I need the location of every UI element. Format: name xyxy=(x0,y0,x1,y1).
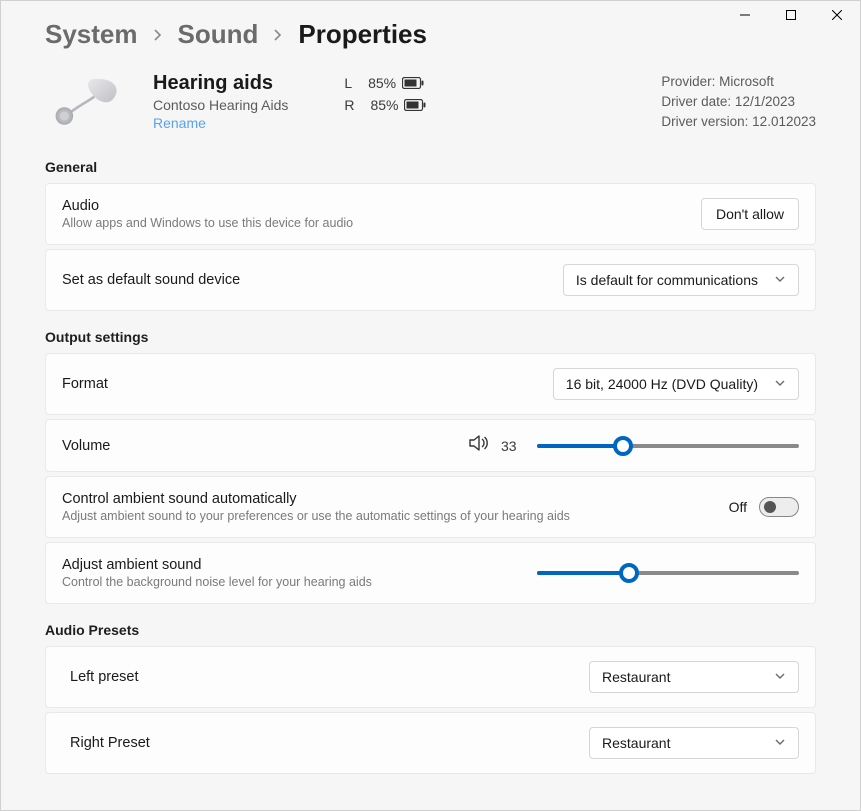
driver-version: Driver version: 12.012023 xyxy=(661,112,816,132)
chevron-down-icon xyxy=(774,735,786,751)
volume-title: Volume xyxy=(62,438,469,454)
breadcrumb: System Sound Properties xyxy=(45,19,816,50)
ambient-auto-desc: Adjust ambient sound to your preferences… xyxy=(62,509,729,523)
window-titlebar xyxy=(722,1,860,29)
volume-slider[interactable] xyxy=(537,436,799,456)
audio-title: Audio xyxy=(62,198,701,214)
right-preset-value: Restaurant xyxy=(602,735,670,751)
battery-left-pct: 85% xyxy=(368,72,396,94)
right-preset-select[interactable]: Restaurant xyxy=(589,727,799,759)
device-subtitle: Contoso Hearing Aids xyxy=(153,97,288,113)
dont-allow-button[interactable]: Don't allow xyxy=(701,198,799,230)
format-title: Format xyxy=(62,376,553,392)
battery-right: R 85% xyxy=(344,94,426,116)
battery-icon xyxy=(402,77,424,89)
battery-right-pct: 85% xyxy=(370,94,398,116)
maximize-button[interactable] xyxy=(768,1,814,29)
format-select[interactable]: 16 bit, 24000 Hz (DVD Quality) xyxy=(553,368,799,400)
volume-value: 33 xyxy=(501,438,525,454)
battery-right-label: R xyxy=(344,94,354,116)
driver-date: Driver date: 12/1/2023 xyxy=(661,92,816,112)
toggle-state-label: Off xyxy=(729,499,747,515)
breadcrumb-current: Properties xyxy=(298,19,427,50)
section-general-header: General xyxy=(45,159,816,175)
chevron-down-icon xyxy=(774,272,786,288)
chevron-down-icon xyxy=(774,669,786,685)
hearing-aid-icon xyxy=(45,72,133,124)
default-device-title: Set as default sound device xyxy=(62,272,563,288)
chevron-down-icon xyxy=(774,376,786,392)
driver-provider: Provider: Microsoft xyxy=(661,72,816,92)
breadcrumb-system[interactable]: System xyxy=(45,19,138,50)
audio-desc: Allow apps and Windows to use this devic… xyxy=(62,216,701,230)
rename-link[interactable]: Rename xyxy=(153,115,206,131)
ambient-auto-row: Control ambient sound automatically Adju… xyxy=(45,476,816,538)
right-preset-title: Right Preset xyxy=(70,735,589,751)
battery-left-label: L xyxy=(344,72,352,94)
device-header: Hearing aids Contoso Hearing Aids Rename… xyxy=(45,72,816,133)
chevron-right-icon xyxy=(272,29,284,41)
left-preset-select[interactable]: Restaurant xyxy=(589,661,799,693)
speaker-icon[interactable] xyxy=(469,434,489,457)
battery-left: L 85% xyxy=(344,72,426,94)
section-output-header: Output settings xyxy=(45,329,816,345)
device-title: Hearing aids xyxy=(153,72,288,95)
battery-icon xyxy=(404,99,426,111)
ambient-auto-toggle[interactable] xyxy=(759,497,799,517)
driver-info: Provider: Microsoft Driver date: 12/1/20… xyxy=(661,72,816,132)
ambient-auto-title: Control ambient sound automatically xyxy=(62,491,729,507)
default-device-select[interactable]: Is default for communications xyxy=(563,264,799,296)
volume-row: Volume 33 xyxy=(45,419,816,472)
format-value: 16 bit, 24000 Hz (DVD Quality) xyxy=(566,376,758,392)
chevron-right-icon xyxy=(152,29,164,41)
left-preset-row: Left preset Restaurant xyxy=(45,646,816,708)
left-preset-value: Restaurant xyxy=(602,669,670,685)
ambient-slider[interactable] xyxy=(537,563,799,583)
section-presets-header: Audio Presets xyxy=(45,622,816,638)
format-row: Format 16 bit, 24000 Hz (DVD Quality) xyxy=(45,353,816,415)
left-preset-title: Left preset xyxy=(70,669,589,685)
breadcrumb-sound[interactable]: Sound xyxy=(178,19,259,50)
minimize-button[interactable] xyxy=(722,1,768,29)
ambient-desc: Control the background noise level for y… xyxy=(62,575,537,589)
default-device-row: Set as default sound device Is default f… xyxy=(45,249,816,311)
audio-permission-row: Audio Allow apps and Windows to use this… xyxy=(45,183,816,245)
ambient-adjust-row: Adjust ambient sound Control the backgro… xyxy=(45,542,816,604)
close-button[interactable] xyxy=(814,1,860,29)
right-preset-row: Right Preset Restaurant xyxy=(45,712,816,774)
default-device-value: Is default for communications xyxy=(576,272,758,288)
ambient-title: Adjust ambient sound xyxy=(62,557,537,573)
